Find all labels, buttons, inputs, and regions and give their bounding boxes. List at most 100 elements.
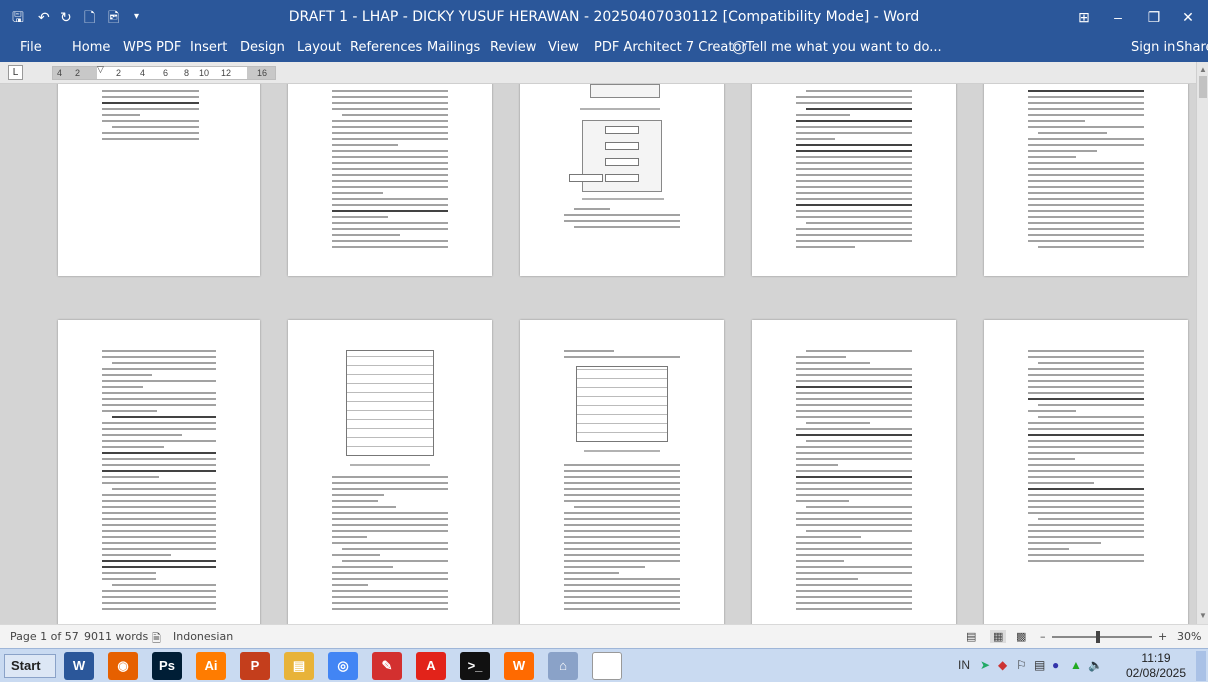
text-line	[332, 542, 448, 544]
tab-view[interactable]: View	[548, 40, 579, 55]
scroll-up-icon[interactable]: ▲	[1198, 64, 1208, 76]
taskbar-app-word[interactable]: W	[64, 652, 94, 680]
tab-layout[interactable]: Layout	[297, 40, 341, 55]
zoom-slider[interactable]	[1052, 636, 1152, 638]
text-line	[806, 90, 912, 92]
security-tray-icon[interactable]: ●	[1052, 658, 1059, 672]
document-page[interactable]	[984, 84, 1188, 276]
taskbar-app-chrome[interactable]: ◎	[328, 652, 358, 680]
system-clock[interactable]: 11:19 02/08/2025	[1120, 651, 1192, 681]
taskbar-app-acrobat[interactable]: A	[416, 652, 446, 680]
text-line	[332, 572, 448, 574]
taskbar-app-blank-doc[interactable]	[592, 652, 622, 680]
document-page[interactable]	[984, 320, 1188, 624]
warning-tray-icon[interactable]: ▲	[1070, 658, 1082, 672]
document-page[interactable]	[520, 320, 724, 624]
text-line	[796, 234, 912, 236]
tab-home[interactable]: Home	[72, 40, 110, 55]
language-indicator[interactable]: Indonesian	[173, 630, 233, 643]
taskbar-app-firefox[interactable]: ◉	[108, 652, 138, 680]
horizontal-ruler[interactable]: 4 2 2 4 6 8 10 12 16 ▽	[52, 64, 276, 80]
tab-selector[interactable]: L	[8, 65, 23, 80]
text-line	[564, 608, 680, 610]
show-desktop-button[interactable]	[1196, 651, 1206, 681]
text-line	[332, 584, 369, 586]
text-line	[796, 602, 912, 604]
sign-in-link[interactable]: Sign in	[1131, 40, 1175, 55]
tab-design[interactable]: Design	[240, 40, 285, 55]
text-line	[796, 114, 851, 116]
text-line	[1028, 392, 1144, 394]
text-line	[1028, 560, 1144, 562]
table-image[interactable]	[346, 350, 434, 456]
taskbar-app-wps[interactable]: W	[504, 652, 534, 680]
taskbar-app-terminal[interactable]: >_	[460, 652, 490, 680]
web-layout-icon[interactable]: ▩	[1016, 630, 1026, 643]
word-count[interactable]: 9011 words	[84, 630, 148, 643]
document-page[interactable]	[752, 84, 956, 276]
zoom-level[interactable]: 30%	[1177, 630, 1201, 643]
text-line	[806, 506, 912, 508]
flag-tray-icon[interactable]: ⚐	[1016, 658, 1027, 672]
taskbar-app-illustrator[interactable]: Ai	[196, 652, 226, 680]
document-page[interactable]	[58, 84, 260, 276]
text-line	[1028, 156, 1076, 158]
text-line	[1038, 132, 1108, 134]
document-page[interactable]	[58, 320, 260, 624]
indent-marker-icon[interactable]: ▽	[97, 64, 104, 75]
text-line	[1038, 404, 1144, 406]
device-tray-icon[interactable]: ▤	[1034, 658, 1045, 672]
vertical-scrollbar[interactable]: ▲ ▼	[1196, 62, 1208, 624]
figure-image[interactable]	[590, 84, 660, 98]
zoom-slider-thumb[interactable]	[1096, 631, 1100, 643]
scroll-down-icon[interactable]: ▼	[1198, 610, 1208, 622]
tab-review[interactable]: Review	[490, 40, 536, 55]
text-line	[1028, 422, 1144, 424]
text-line	[796, 144, 912, 146]
text-line	[564, 530, 680, 532]
tab-wps-pdf[interactable]: WPS PDF	[123, 40, 181, 55]
read-mode-icon[interactable]: ▤	[966, 630, 976, 643]
scroll-thumb[interactable]	[1199, 76, 1207, 98]
text-line	[796, 560, 844, 562]
page-count[interactable]: Page 1 of 57	[10, 630, 79, 643]
org-chart-box	[605, 174, 639, 182]
document-page[interactable]	[288, 84, 492, 276]
table-image[interactable]	[576, 366, 668, 442]
tab-insert[interactable]: Insert	[190, 40, 227, 55]
taskbar-app-pdf-tool[interactable]: ✎	[372, 652, 402, 680]
text-line	[796, 180, 912, 182]
tab-file[interactable]: File	[20, 40, 42, 55]
text-line	[564, 476, 680, 478]
text-line	[102, 138, 199, 140]
input-language[interactable]: IN	[958, 658, 970, 672]
zoom-in-button[interactable]: +	[1158, 630, 1167, 643]
app-tray-icon[interactable]: ◆	[998, 658, 1007, 672]
volume-icon[interactable]: 🔈	[1088, 658, 1103, 672]
text-line	[332, 240, 448, 242]
share-button[interactable]: Share	[1176, 40, 1208, 55]
proofing-icon[interactable]: 🗎	[152, 630, 161, 649]
text-line	[1028, 120, 1086, 122]
tab-pdf-architect[interactable]: PDF Architect 7 Creator	[594, 40, 747, 55]
text-line	[102, 572, 157, 574]
taskbar-app-photoshop[interactable]: Ps	[152, 652, 182, 680]
print-layout-icon[interactable]: ▦	[990, 630, 1007, 643]
taskbar-app-powerpoint[interactable]: P	[240, 652, 270, 680]
network-tray-icon[interactable]: ➤	[980, 658, 990, 672]
tab-references[interactable]: References	[350, 40, 422, 55]
text-line	[796, 386, 912, 388]
taskbar-app-network-app[interactable]: ⌂	[548, 652, 578, 680]
taskbar-app-file-explorer[interactable]: ▤	[284, 652, 314, 680]
tell-me-search[interactable]: Tell me what you want to do...	[746, 40, 942, 55]
tab-mailings[interactable]: Mailings	[427, 40, 480, 55]
start-button[interactable]: Start	[4, 654, 56, 678]
document-page[interactable]	[752, 320, 956, 624]
document-page[interactable]	[520, 84, 724, 276]
close-button[interactable]: ✕	[1166, 0, 1208, 34]
document-page[interactable]	[288, 320, 492, 624]
text-line	[332, 482, 448, 484]
document-canvas[interactable]	[0, 84, 1196, 624]
text-line	[1028, 434, 1144, 436]
zoom-out-button[interactable]: –	[1040, 630, 1046, 643]
